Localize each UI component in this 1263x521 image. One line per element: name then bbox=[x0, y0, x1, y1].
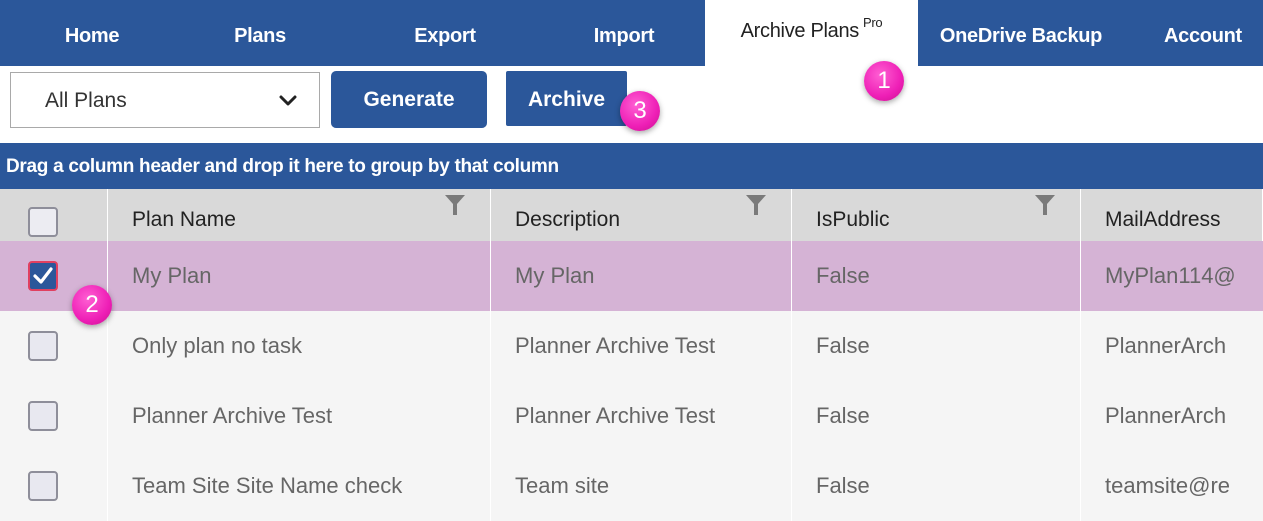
table-row[interactable]: Only plan no task Planner Archive Test F… bbox=[0, 311, 1263, 381]
cell-description: Planner Archive Test bbox=[491, 381, 792, 451]
grid-header: Plan Name Description IsPublic MailAddre… bbox=[0, 189, 1263, 241]
plan-filter-select[interactable]: All Plans bbox=[10, 72, 320, 128]
table-row[interactable]: My Plan My Plan False MyPlan114@ bbox=[0, 241, 1263, 311]
chevron-down-icon bbox=[279, 95, 297, 106]
table-row[interactable]: Team Site Site Name check Team site Fals… bbox=[0, 451, 1263, 521]
group-by-drop-area[interactable]: Drag a column header and drop it here to… bbox=[0, 143, 1263, 189]
callout-badge-2: 2 bbox=[72, 285, 112, 325]
checkmark-icon bbox=[33, 267, 53, 284]
callout-badge-1: 1 bbox=[864, 61, 904, 101]
tab-home[interactable]: Home bbox=[34, 0, 150, 66]
cell-plan-name: Planner Archive Test bbox=[108, 381, 491, 451]
tab-archive-plans[interactable]: Archive Plans Pro bbox=[705, 0, 918, 66]
cell-mailaddress: PlannerArch bbox=[1105, 403, 1227, 428]
pro-badge: Pro bbox=[863, 15, 883, 30]
cell-plan-name: My Plan bbox=[108, 241, 491, 311]
tab-archive-plans-label: Archive Plans bbox=[740, 20, 860, 42]
generate-button[interactable]: Generate bbox=[331, 71, 487, 128]
column-header-plan-name[interactable]: Plan Name bbox=[108, 189, 491, 241]
cell-ispublic: False bbox=[792, 451, 1081, 521]
plan-filter-value: All Plans bbox=[45, 89, 127, 112]
tab-plans[interactable]: Plans bbox=[205, 0, 315, 66]
cell-plan-name: Only plan no task bbox=[108, 311, 491, 381]
cell-mailaddress: PlannerArch bbox=[1105, 333, 1227, 358]
tab-export[interactable]: Export bbox=[388, 0, 502, 66]
column-header-mailaddress[interactable]: MailAddress bbox=[1081, 189, 1263, 241]
row-select-cell bbox=[0, 381, 108, 451]
row-checkbox[interactable] bbox=[28, 401, 58, 431]
tab-import[interactable]: Import bbox=[560, 0, 688, 66]
row-checkbox[interactable] bbox=[28, 471, 58, 501]
cell-description: Planner Archive Test bbox=[491, 311, 792, 381]
top-nav: Home Plans Export Import Archive Plans Pr… bbox=[0, 0, 1263, 66]
tab-onedrive-backup[interactable]: OneDrive Backup bbox=[918, 0, 1124, 66]
callout-badge-3: 3 bbox=[620, 91, 660, 131]
select-all-checkbox[interactable] bbox=[28, 207, 58, 237]
column-header-label: Plan Name bbox=[132, 208, 236, 231]
header-select-cell bbox=[0, 189, 108, 241]
filter-icon[interactable] bbox=[1034, 193, 1056, 217]
cell-ispublic: False bbox=[792, 381, 1081, 451]
cell-description: Team site bbox=[491, 451, 792, 521]
cell-mailaddress: MyPlan114@ bbox=[1105, 263, 1236, 288]
cell-ispublic: False bbox=[792, 241, 1081, 311]
cell-description: My Plan bbox=[491, 241, 792, 311]
tab-account[interactable]: Account bbox=[1150, 0, 1263, 66]
column-header-label: IsPublic bbox=[816, 208, 890, 231]
row-checkbox[interactable] bbox=[28, 261, 58, 291]
filter-icon[interactable] bbox=[444, 193, 466, 217]
cell-mailaddress: teamsite@re bbox=[1105, 473, 1231, 498]
cell-ispublic: False bbox=[792, 311, 1081, 381]
table-row[interactable]: Planner Archive Test Planner Archive Tes… bbox=[0, 381, 1263, 451]
column-header-label: MailAddress bbox=[1105, 208, 1221, 231]
archive-button[interactable]: Archive bbox=[506, 71, 627, 126]
filter-icon[interactable] bbox=[745, 193, 767, 217]
cell-plan-name: Team Site Site Name check bbox=[108, 451, 491, 521]
row-select-cell bbox=[0, 451, 108, 521]
row-checkbox[interactable] bbox=[28, 331, 58, 361]
column-header-label: Description bbox=[515, 208, 621, 231]
